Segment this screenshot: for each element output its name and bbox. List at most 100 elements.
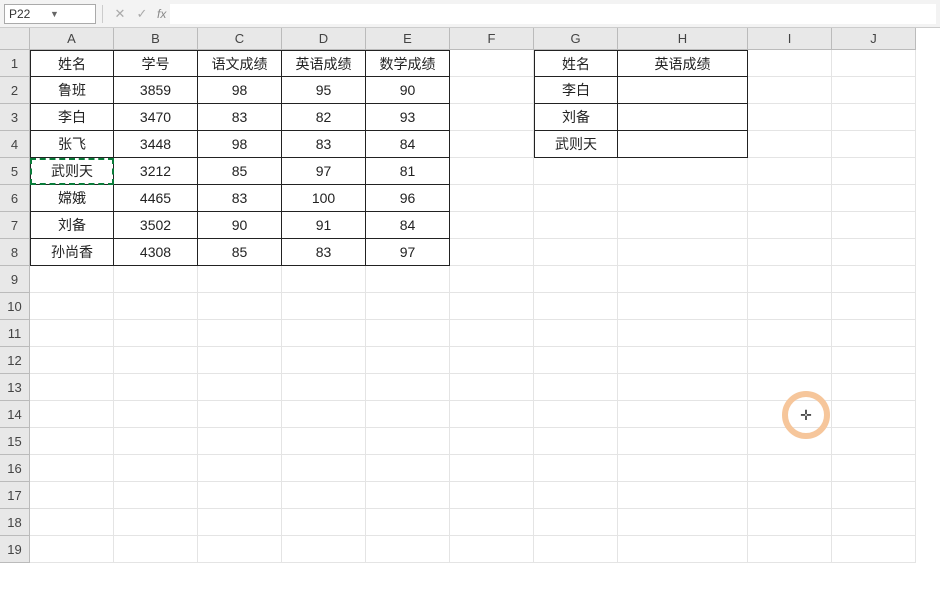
cell-I4[interactable] [748,131,832,158]
cell-E5[interactable]: 81 [366,158,450,185]
select-all-corner[interactable] [0,28,30,50]
cell-G10[interactable] [534,293,618,320]
cell-G5[interactable] [534,158,618,185]
cell-B9[interactable] [114,266,198,293]
cell-A14[interactable] [30,401,114,428]
cell-E18[interactable] [366,509,450,536]
cell-D10[interactable] [282,293,366,320]
cell-E11[interactable] [366,320,450,347]
cell-H6[interactable] [618,185,748,212]
column-header-F[interactable]: F [450,28,534,50]
cell-E13[interactable] [366,374,450,401]
cell-J16[interactable] [832,455,916,482]
column-header-B[interactable]: B [114,28,198,50]
cell-G2[interactable]: 李白 [534,77,618,104]
cell-E2[interactable]: 90 [366,77,450,104]
cell-H7[interactable] [618,212,748,239]
cell-H12[interactable] [618,347,748,374]
cell-E10[interactable] [366,293,450,320]
cell-C4[interactable]: 98 [198,131,282,158]
cell-H13[interactable] [618,374,748,401]
cell-E4[interactable]: 84 [366,131,450,158]
cell-D6[interactable]: 100 [282,185,366,212]
row-header-1[interactable]: 1 [0,50,30,77]
cell-A10[interactable] [30,293,114,320]
cell-D7[interactable]: 91 [282,212,366,239]
cell-D9[interactable] [282,266,366,293]
cell-J14[interactable] [832,401,916,428]
cell-F10[interactable] [450,293,534,320]
cell-E3[interactable]: 93 [366,104,450,131]
cancel-icon[interactable]: ✕ [109,4,131,24]
cell-C19[interactable] [198,536,282,563]
cell-F12[interactable] [450,347,534,374]
cell-F17[interactable] [450,482,534,509]
cell-G7[interactable] [534,212,618,239]
cell-F11[interactable] [450,320,534,347]
row-header-2[interactable]: 2 [0,77,30,104]
row-header-19[interactable]: 19 [0,536,30,563]
cell-I3[interactable] [748,104,832,131]
cell-B2[interactable]: 3859 [114,77,198,104]
cell-A4[interactable]: 张飞 [30,131,114,158]
cell-I7[interactable] [748,212,832,239]
formula-input[interactable] [170,4,936,24]
row-header-17[interactable]: 17 [0,482,30,509]
cell-E6[interactable]: 96 [366,185,450,212]
cell-C2[interactable]: 98 [198,77,282,104]
cell-G9[interactable] [534,266,618,293]
cell-I8[interactable] [748,239,832,266]
cell-G4[interactable]: 武则天 [534,131,618,158]
column-header-I[interactable]: I [748,28,832,50]
cell-H10[interactable] [618,293,748,320]
cell-F9[interactable] [450,266,534,293]
cell-A9[interactable] [30,266,114,293]
cell-C9[interactable] [198,266,282,293]
cell-J10[interactable] [832,293,916,320]
cell-H4[interactable] [618,131,748,158]
cell-I18[interactable] [748,509,832,536]
cell-D16[interactable] [282,455,366,482]
cell-J18[interactable] [832,509,916,536]
cell-D8[interactable]: 83 [282,239,366,266]
row-header-12[interactable]: 12 [0,347,30,374]
cell-E12[interactable] [366,347,450,374]
cell-E9[interactable] [366,266,450,293]
cell-H16[interactable] [618,455,748,482]
cell-F3[interactable] [450,104,534,131]
cell-B17[interactable] [114,482,198,509]
cell-H5[interactable] [618,158,748,185]
spreadsheet-grid[interactable]: ABCDEFGHIJ 12345678910111213141516171819… [0,28,940,590]
cell-I9[interactable] [748,266,832,293]
cell-G12[interactable] [534,347,618,374]
fx-label[interactable]: fx [157,7,166,21]
cell-I5[interactable] [748,158,832,185]
cell-H11[interactable] [618,320,748,347]
cell-H17[interactable] [618,482,748,509]
row-header-18[interactable]: 18 [0,509,30,536]
cell-I16[interactable] [748,455,832,482]
cell-G13[interactable] [534,374,618,401]
cell-H1[interactable]: 英语成绩 [618,50,748,77]
cell-J17[interactable] [832,482,916,509]
cell-B1[interactable]: 学号 [114,50,198,77]
cell-D3[interactable]: 82 [282,104,366,131]
cell-H8[interactable] [618,239,748,266]
cell-H18[interactable] [618,509,748,536]
cell-H3[interactable] [618,104,748,131]
cell-J8[interactable] [832,239,916,266]
row-header-5[interactable]: 5 [0,158,30,185]
cell-G19[interactable] [534,536,618,563]
row-header-4[interactable]: 4 [0,131,30,158]
cell-D15[interactable] [282,428,366,455]
cell-F13[interactable] [450,374,534,401]
cell-G6[interactable] [534,185,618,212]
cell-C3[interactable]: 83 [198,104,282,131]
cell-B3[interactable]: 3470 [114,104,198,131]
cell-F19[interactable] [450,536,534,563]
cell-A11[interactable] [30,320,114,347]
cell-B14[interactable] [114,401,198,428]
cell-A18[interactable] [30,509,114,536]
cell-A6[interactable]: 嫦娥 [30,185,114,212]
column-header-A[interactable]: A [30,28,114,50]
